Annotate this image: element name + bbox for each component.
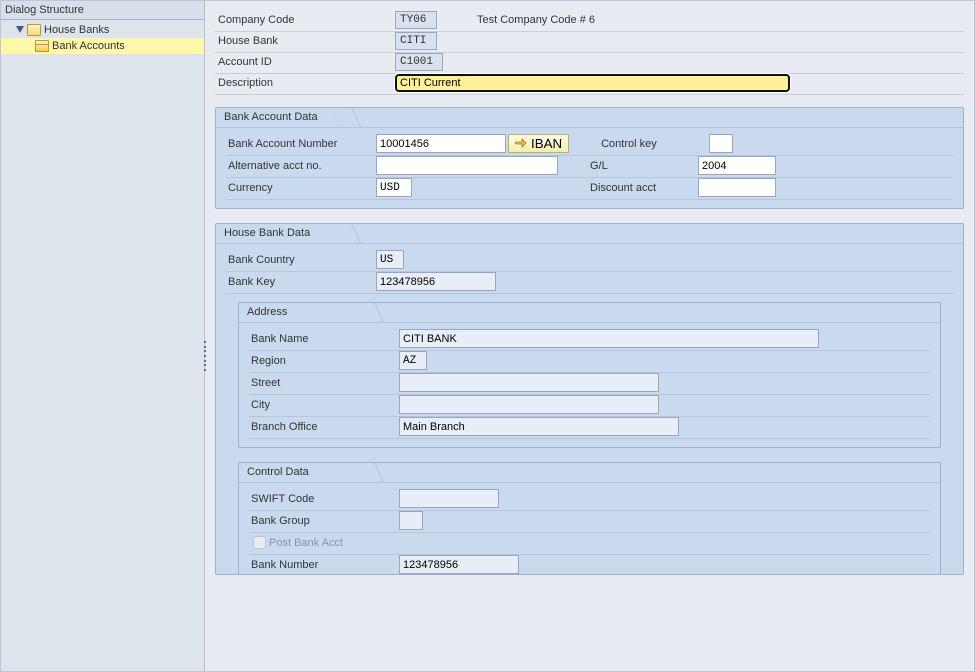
control-data-group: Control Data SWIFT Code Bank Group <box>238 462 941 574</box>
iban-button-label: IBAN <box>531 136 562 151</box>
control-data-title: Control Data <box>239 463 319 482</box>
post-bank-acct-checkbox: Post Bank Acct <box>249 533 343 552</box>
bank-key-row: Bank Key <box>226 272 953 294</box>
description-input[interactable] <box>395 74 790 92</box>
bank-name-row: Bank Name <box>249 329 930 351</box>
gl-label: G/L <box>588 160 698 172</box>
bank-group-input <box>399 511 423 530</box>
dialog-structure-header: Dialog Structure <box>1 1 204 20</box>
splitter-handle[interactable] <box>201 341 208 371</box>
region-input <box>399 351 427 370</box>
discount-acct-label: Discount acct <box>588 182 698 194</box>
tree-item-house-banks[interactable]: House Banks <box>1 22 204 38</box>
house-bank-data-title: House Bank Data <box>216 224 320 243</box>
swift-code-label: SWIFT Code <box>249 493 399 505</box>
alt-acct-input[interactable] <box>376 156 558 175</box>
bank-name-input <box>399 329 819 348</box>
currency-row: Currency Discount acct <box>226 178 953 200</box>
region-label: Region <box>249 355 399 367</box>
city-row: City <box>249 395 930 417</box>
header-block: Company Code TY06 Test Company Code # 6 … <box>215 11 964 95</box>
post-bank-acct-row: Post Bank Acct <box>249 533 930 555</box>
folder-icon <box>27 24 41 36</box>
main-content: Company Code TY06 Test Company Code # 6 … <box>205 1 974 671</box>
address-title: Address <box>239 303 297 322</box>
bank-country-input <box>376 250 404 269</box>
address-group: Address Bank Name Region Street <box>238 302 941 448</box>
bank-account-number-label: Bank Account Number <box>226 138 376 150</box>
bank-account-data-title: Bank Account Data <box>216 108 328 127</box>
description-label: Description <box>215 77 395 89</box>
arrow-right-icon <box>515 136 527 151</box>
account-id-value: C1001 <box>395 53 443 71</box>
tree-item-label: Bank Accounts <box>52 40 125 52</box>
swift-code-row: SWIFT Code <box>249 489 930 511</box>
house-bank-label: House Bank <box>215 35 395 47</box>
city-input <box>399 395 659 414</box>
gl-input[interactable] <box>698 156 776 175</box>
account-id-row: Account ID C1001 <box>215 53 964 74</box>
alt-acct-row: Alternative acct no. G/L <box>226 156 953 178</box>
description-row: Description <box>215 74 964 95</box>
bank-group-row: Bank Group <box>249 511 930 533</box>
house-bank-data-group: House Bank Data Bank Country Bank Key Ad… <box>215 223 964 575</box>
company-code-row: Company Code TY06 Test Company Code # 6 <box>215 11 964 32</box>
company-code-value: TY06 <box>395 11 437 29</box>
branch-office-input <box>399 417 679 436</box>
swift-code-input <box>399 489 499 508</box>
house-bank-value: CITI <box>395 32 437 50</box>
folder-open-icon <box>35 40 49 52</box>
bank-key-label: Bank Key <box>226 276 376 288</box>
bank-key-input <box>376 272 496 291</box>
tree-item-label: House Banks <box>44 24 109 36</box>
region-row: Region <box>249 351 930 373</box>
tree: House Banks Bank Accounts <box>1 20 204 56</box>
city-label: City <box>249 399 399 411</box>
alt-acct-label: Alternative acct no. <box>226 160 376 172</box>
bank-name-label: Bank Name <box>249 333 399 345</box>
branch-office-label: Branch Office <box>249 421 399 433</box>
discount-acct-input[interactable] <box>698 178 776 197</box>
street-row: Street <box>249 373 930 395</box>
tree-item-bank-accounts[interactable]: Bank Accounts <box>1 38 204 54</box>
bank-country-row: Bank Country <box>226 250 953 272</box>
currency-input[interactable] <box>376 178 412 197</box>
bank-account-number-row: Bank Account Number IBAN Control key <box>226 134 953 156</box>
post-bank-acct-label: Post Bank Acct <box>269 537 343 549</box>
bank-account-number-input[interactable] <box>376 134 506 153</box>
house-bank-row: House Bank CITI <box>215 32 964 53</box>
iban-button[interactable]: IBAN <box>508 134 569 153</box>
bank-country-label: Bank Country <box>226 254 376 266</box>
control-key-input[interactable] <box>709 134 733 153</box>
bank-number-label: Bank Number <box>249 559 399 571</box>
post-bank-acct-checkbox-input <box>253 536 266 549</box>
control-key-label: Control key <box>599 138 709 150</box>
company-code-text: Test Company Code # 6 <box>477 14 595 26</box>
currency-label: Currency <box>226 182 376 194</box>
street-input <box>399 373 659 392</box>
account-id-label: Account ID <box>215 56 395 68</box>
branch-office-row: Branch Office <box>249 417 930 439</box>
bank-number-row: Bank Number <box>249 555 930 574</box>
bank-account-data-group: Bank Account Data Bank Account Number IB… <box>215 107 964 209</box>
tree-toggle-icon[interactable] <box>15 25 25 35</box>
street-label: Street <box>249 377 399 389</box>
bank-number-input <box>399 555 519 574</box>
dialog-structure-sidebar: Dialog Structure House Banks Bank Accoun… <box>1 1 205 671</box>
company-code-label: Company Code <box>215 14 395 26</box>
bank-group-label: Bank Group <box>249 515 399 527</box>
